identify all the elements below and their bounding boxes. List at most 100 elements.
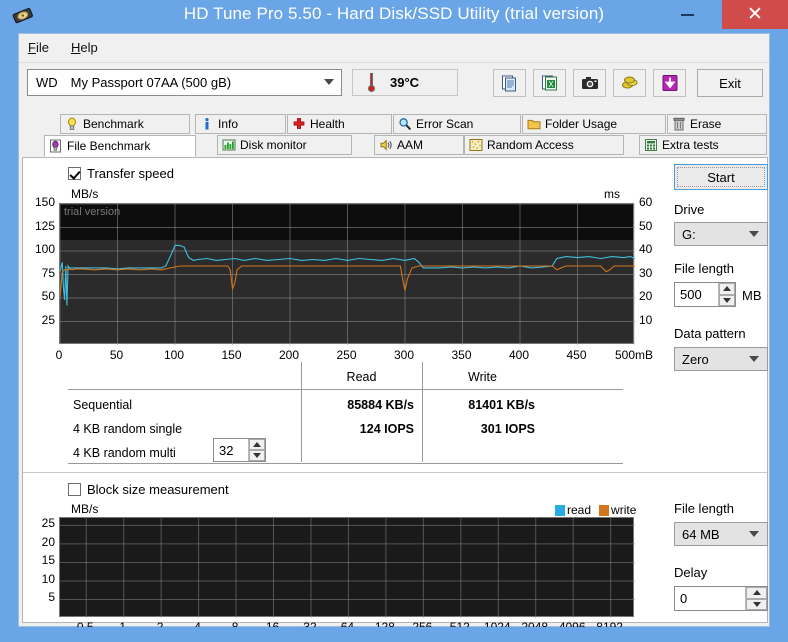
tab-error-scan[interactable]: Error Scan [393,114,521,134]
tab-benchmark-label: Benchmark [83,117,144,131]
tab-folder-usage[interactable]: Folder Usage [522,114,666,134]
tab-info[interactable]: Info [195,114,286,134]
stepper-down-button[interactable] [249,450,265,461]
screenshot-button[interactable] [573,69,606,97]
axis-tick-label: 50 [41,289,55,303]
results-header-write: Write [468,370,497,384]
start-button[interactable]: Start [674,164,768,190]
file-length-label-top: File length [674,261,734,276]
file-length-up-button[interactable] [719,283,735,295]
block-file-length-value: 64 MB [682,526,720,542]
drive-letter-select[interactable]: G: [674,222,768,246]
axis-tick-label: 50 [109,348,124,362]
panel-divider [23,472,767,473]
menu-file[interactable]: File [28,40,49,55]
tab-erase[interactable]: Erase [667,114,767,134]
menu-help[interactable]: Help [71,40,98,55]
camera-icon [581,77,598,89]
tab-file-benchmark[interactable]: File Benchmark [44,135,196,157]
block-size-plot [59,517,635,618]
download-arrow-icon [662,75,677,91]
chevron-down-icon [324,79,334,85]
legend-swatch-write [599,504,610,516]
legend-label-write: write [611,503,637,517]
gold-coins-button[interactable] [613,69,646,97]
menu-bar: File Help [19,34,769,63]
export-excel-button[interactable]: X [533,69,566,97]
delay-stepper[interactable]: 0 [674,586,768,611]
block-file-length-select[interactable]: 64 MB [674,522,768,546]
tab-extra-tests[interactable]: Extra tests [639,135,767,155]
trash-icon [672,117,686,131]
transfer-speed-plot: trial version [59,203,635,345]
arrow-down-icon [723,297,731,303]
delay-up-button[interactable] [746,587,767,599]
tab-error-scan-label: Error Scan [416,117,474,131]
results-row-2-label: 4 KB random multi [73,446,176,460]
results-row-0-label: Sequential [73,398,133,412]
block-size-checkbox[interactable] [68,483,81,496]
file-length-down-button[interactable] [719,294,735,306]
menu-file-rest: ile [35,40,49,55]
results-row-1-read: 124 IOPS [359,422,414,436]
results-row-1-label: 4 KB random single [73,422,183,436]
close-button[interactable]: ✕ [722,0,788,29]
chevron-down-icon [749,531,759,537]
block-size-row[interactable]: Block size measurement [68,482,229,497]
arrow-up-icon [752,590,761,596]
chart-y-unit: MB/s [71,187,99,201]
results-row-0-read: 85884 KB/s [347,398,414,412]
axis-tick-label: 200 [278,348,300,362]
tab-benchmark[interactable]: Benchmark [60,114,190,134]
axis-tick-label: 50 [639,218,653,233]
axis-tick-label: 5 [48,590,55,605]
axis-tick-label: 40 [639,242,653,256]
transfer-speed-row[interactable]: Transfer speed [68,166,174,181]
tab-random-access[interactable]: Random Access [464,135,624,155]
results-row-0-write: 81401 KB/s [468,398,535,412]
axis-tick-label: 500mB [614,348,654,362]
file-benchmark-panel: Transfer speed MB/s ms trial version 25 5… [22,157,768,634]
drive-model: My Passport 07AA (500 gB) [70,75,232,90]
excel-export-icon: X [541,75,557,91]
chevron-down-icon [749,231,759,237]
random-multi-queue-stepper[interactable]: 32 [213,438,266,462]
axis-tick-label: 10 [639,312,653,327]
menu-help-rest: elp [80,40,98,55]
drive-select[interactable]: WD My Passport 07AA (500 gB) [27,69,342,96]
axis-tick-label: 20 [41,534,55,549]
chevron-down-icon [749,356,759,362]
exit-button-label: Exit [719,75,741,91]
tab-aam[interactable]: AAM [374,135,464,155]
copy-document-icon [501,75,516,92]
tab-health[interactable]: Health [287,114,392,134]
axis-tick-label: 350 [451,348,472,362]
copy-to-clipboard-button[interactable] [493,69,526,97]
axis-tick-label: 30 [639,265,653,280]
file-length-unit: MB [742,288,762,303]
axis-tick-label: 125 [34,218,55,233]
delay-down-button[interactable] [746,598,767,610]
arrow-up-icon [723,286,731,292]
axis-tick-label: 100 [34,242,55,256]
axis-tick-label: 60 [639,195,653,209]
tab-aam-label: AAM [397,138,424,152]
block-size-label: Block size measurement [87,482,229,497]
data-pattern-select[interactable]: Zero [674,347,768,371]
axis-tick-label: 300 [393,348,415,362]
transfer-speed-checkbox[interactable] [68,167,81,180]
axis-tick-label: 250 [336,348,357,362]
minimize-icon [680,13,694,16]
drive-label: Drive [674,202,705,217]
exit-button[interactable]: Exit [697,69,763,97]
download-button[interactable] [653,69,686,97]
arrow-down-icon [253,453,261,458]
coins-icon [621,76,637,89]
file-length-stepper[interactable]: 500 [674,282,736,307]
results-header-read: Read [346,370,377,384]
stepper-up-button[interactable] [249,439,265,450]
legend-label-read: read [567,503,592,517]
tab-disk-monitor[interactable]: Disk monitor [217,135,352,155]
minimize-button[interactable] [664,0,710,29]
toolbar: WD My Passport 07AA (500 gB) 39°C X Exit [19,63,769,112]
